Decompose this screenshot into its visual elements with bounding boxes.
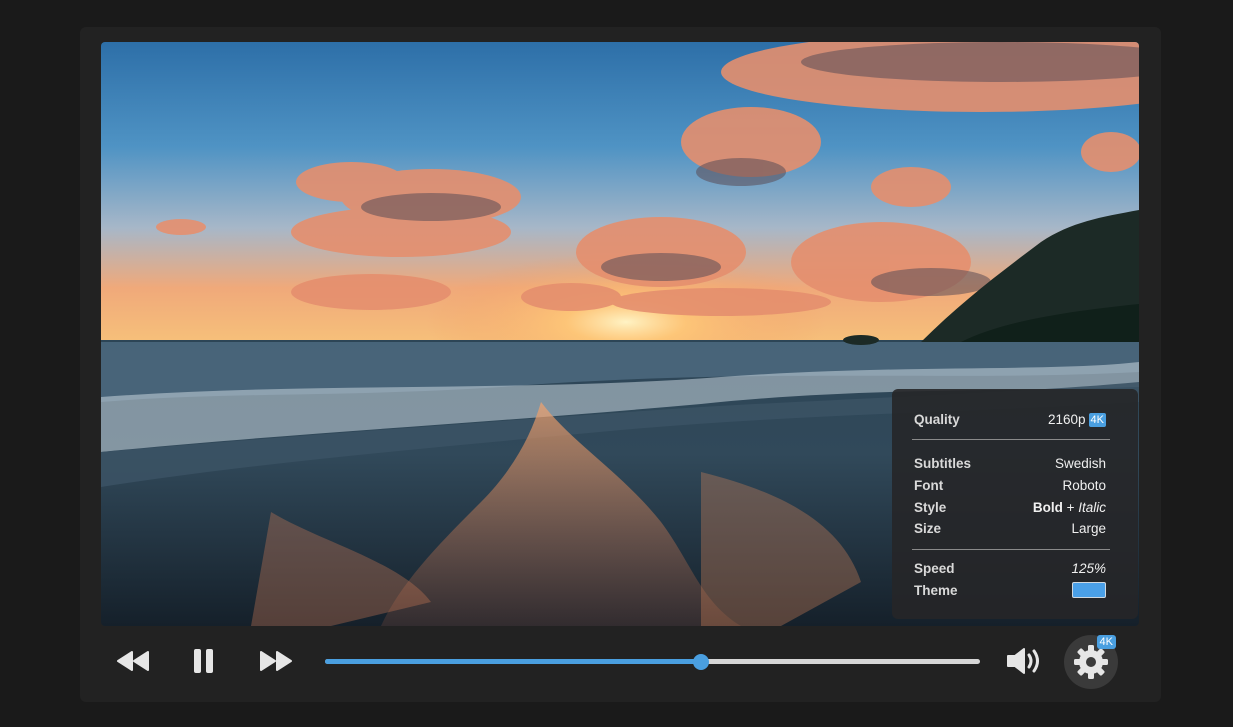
pause-icon xyxy=(194,649,213,673)
video-player: Quality 2160p 4K Subtitles Swedish Font R… xyxy=(80,27,1161,702)
speed-value: 125% xyxy=(1071,560,1106,576)
divider xyxy=(912,549,1110,550)
size-label: Size xyxy=(914,520,942,536)
fast-forward-button[interactable] xyxy=(256,645,296,677)
progress-handle[interactable] xyxy=(692,653,709,670)
fast-forward-icon xyxy=(260,651,292,671)
control-bar: 4K xyxy=(80,635,1161,689)
theme-label: Theme xyxy=(914,582,958,598)
font-label: Font xyxy=(914,477,944,493)
quality-row[interactable]: Quality 2160p 4K xyxy=(914,409,1106,429)
subtitles-row[interactable]: Subtitles Swedish xyxy=(914,453,1106,473)
progress-fill xyxy=(325,659,701,664)
quality-value: 2160p 4K xyxy=(1047,411,1106,427)
speed-row[interactable]: Speed 125% xyxy=(914,558,1106,578)
volume-icon xyxy=(1007,648,1039,674)
gear-icon xyxy=(1074,645,1108,679)
divider xyxy=(912,439,1110,440)
volume-button[interactable] xyxy=(1005,645,1045,677)
style-label: Style xyxy=(914,499,947,515)
theme-color-swatch[interactable] xyxy=(1072,582,1106,598)
rewind-button[interactable] xyxy=(113,645,153,677)
progress-bar[interactable] xyxy=(325,653,980,670)
theme-row[interactable]: Theme xyxy=(914,580,1106,600)
font-value: Roboto xyxy=(1062,477,1106,493)
pause-button[interactable] xyxy=(184,645,224,677)
size-value: Large xyxy=(1071,520,1106,536)
settings-panel: Quality 2160p 4K Subtitles Swedish Font R… xyxy=(892,389,1138,619)
subtitles-label: Subtitles xyxy=(914,455,972,471)
rewind-icon xyxy=(117,651,149,671)
font-row[interactable]: Font Roboto xyxy=(914,475,1106,495)
style-row[interactable]: Style Bold + Italic xyxy=(914,497,1106,517)
speed-label: Speed xyxy=(914,560,955,576)
subtitles-value: Swedish xyxy=(1054,455,1106,471)
settings-button[interactable]: 4K xyxy=(1064,635,1118,689)
quality-4k-badge: 4K xyxy=(1088,412,1106,427)
video-frame[interactable]: Quality 2160p 4K Subtitles Swedish Font R… xyxy=(101,42,1139,626)
quality-label: Quality xyxy=(914,411,960,427)
style-value: Bold + Italic xyxy=(1032,499,1106,515)
size-row[interactable]: Size Large xyxy=(914,518,1106,538)
settings-4k-badge: 4K xyxy=(1096,635,1116,649)
